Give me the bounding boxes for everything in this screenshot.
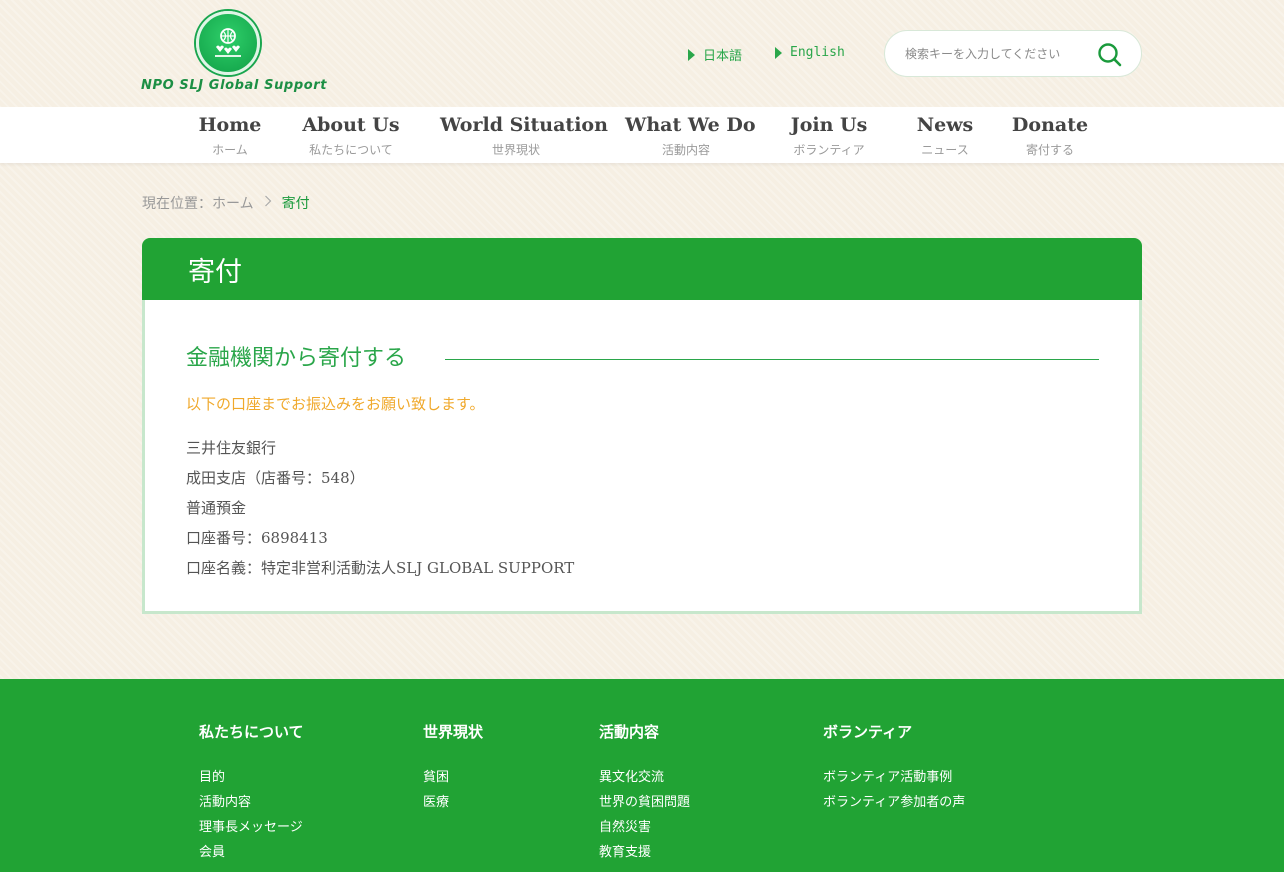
globe-hearts-icon (196, 11, 260, 75)
footer-link[interactable]: 教育支援 (599, 840, 690, 865)
panel-body: 金融機関から寄付する 以下の口座までお振込みをお願い致します。 三井住友銀行 成… (142, 300, 1142, 614)
donation-panel: 寄付 金融機関から寄付する 以下の口座までお振込みをお願い致します。 三井住友銀… (142, 238, 1142, 614)
nav-label-en: Home (198, 114, 262, 136)
search-icon[interactable] (1096, 41, 1124, 69)
triangle-right-icon (775, 46, 782, 59)
footer-column-title: 活動内容 (599, 723, 660, 741)
nav-label-en: News (916, 114, 974, 136)
footer-link[interactable]: 貧困 (423, 765, 483, 790)
language-english-label: English (790, 45, 845, 60)
section-divider (445, 359, 1099, 360)
language-japanese-label: 日本語 (703, 49, 743, 64)
account-number: 口座番号：6898413 (186, 529, 328, 547)
nav-label-ja: ボランティア (793, 143, 865, 157)
nav-item-home[interactable]: Home ホーム (190, 114, 270, 158)
footer-link[interactable]: 目的 (199, 765, 304, 790)
chevron-right-icon (264, 195, 272, 211)
footer-column-about: 私たちについて 目的 活動内容 理事長メッセージ 会員 (199, 721, 304, 865)
footer-link[interactable]: ボランティア活動事例 (823, 765, 965, 790)
transfer-notice: 以下の口座までお振込みをお願い致します。 (186, 395, 485, 413)
footer-link[interactable]: 理事長メッセージ (199, 815, 304, 840)
footer-column-title: 世界現状 (423, 723, 484, 741)
site-header: NPO SLJ Global Support 日本語 English (0, 0, 1284, 107)
account-type: 普通預金 (186, 499, 247, 517)
breadcrumb-current: 寄付 (281, 196, 310, 212)
footer-link[interactable]: 医療 (423, 790, 483, 815)
section-title: 金融機関から寄付する (186, 346, 407, 371)
nav-label-ja: ホーム (212, 143, 248, 157)
nav-label-en: Join Us (790, 114, 868, 136)
footer-link[interactable]: 会員 (199, 840, 304, 865)
nav-item-about-us[interactable]: About Us 私たちについて (296, 114, 406, 158)
main-navigation: Home ホーム About Us 私たちについて World Situatio… (0, 107, 1284, 163)
nav-label-en: What We Do (625, 114, 756, 136)
nav-label-en: About Us (302, 114, 400, 136)
nav-item-donate[interactable]: Donate 寄付する (1010, 114, 1090, 158)
nav-label-en: World Situation (440, 114, 608, 136)
search-box (884, 30, 1142, 77)
nav-item-join-us[interactable]: Join Us ボランティア (779, 114, 879, 158)
bank-name: 三井住友銀行 (186, 439, 277, 457)
branch-name: 成田支店（店番号：548） (186, 469, 365, 487)
footer-link[interactable]: ボランティア参加者の声 (823, 790, 965, 815)
page-title: 寄付 (188, 257, 242, 288)
nav-label-ja: 私たちについて (309, 143, 393, 157)
nav-label-ja: ニュース (921, 143, 969, 157)
breadcrumb: 現在位置： ホーム 寄付 (142, 193, 310, 213)
footer-link[interactable]: 活動内容 (199, 790, 304, 815)
logo-text: NPO SLJ Global Support (141, 78, 328, 93)
footer-column-world: 世界現状 貧困 医療 (423, 721, 483, 815)
nav-item-world-situation[interactable]: World Situation 世界現状 (440, 114, 608, 158)
search-input[interactable] (905, 44, 1085, 64)
footer-column-title: ボランティア (823, 723, 913, 741)
breadcrumb-home-link[interactable]: ホーム (212, 193, 254, 213)
footer-link[interactable]: 自然災害 (599, 815, 690, 840)
nav-label-ja: 世界現状 (491, 143, 540, 157)
nav-label-en: Donate (1011, 114, 1089, 136)
site-logo[interactable]: NPO SLJ Global Support (141, 10, 328, 98)
language-japanese-link[interactable]: 日本語 (688, 45, 742, 64)
nav-label-ja: 活動内容 (661, 143, 710, 157)
breadcrumb-prefix: 現在位置： (142, 196, 212, 212)
site-footer: 私たちについて 目的 活動内容 理事長メッセージ 会員 世界現状 貧困 医療 活… (0, 679, 1284, 872)
language-english-link[interactable]: English (775, 45, 845, 60)
footer-link[interactable]: 異文化交流 (599, 765, 690, 790)
panel-header: 寄付 (142, 238, 1142, 300)
footer-link[interactable]: 世界の貧困問題 (599, 790, 690, 815)
footer-column-title: 私たちについて (199, 723, 304, 741)
nav-label-ja: 寄付する (1025, 143, 1074, 157)
nav-item-news[interactable]: News ニュース (910, 114, 980, 158)
nav-item-what-we-do[interactable]: What We Do 活動内容 (625, 114, 756, 158)
footer-column-activities: 活動内容 異文化交流 世界の貧困問題 自然災害 教育支援 (599, 721, 690, 865)
account-holder: 口座名義：特定非営利活動法人SLJ GLOBAL SUPPORT (186, 559, 575, 577)
bank-account-details: 三井住友銀行 成田支店（店番号：548） 普通預金 口座番号：6898413 口… (186, 433, 574, 583)
footer-column-volunteer: ボランティア ボランティア活動事例 ボランティア参加者の声 (823, 721, 965, 815)
triangle-right-icon (688, 48, 695, 61)
